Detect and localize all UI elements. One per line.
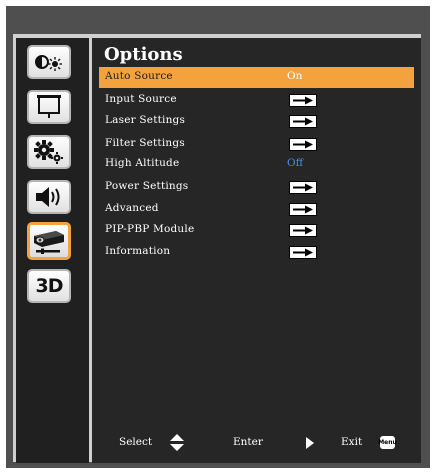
menu-item-auto-source[interactable]: Auto Source On bbox=[99, 67, 414, 88]
menu-item-filter-settings[interactable]: Filter Settings bbox=[99, 134, 414, 155]
options-panel: Options Auto Source On Input Source Lase… bbox=[92, 38, 421, 463]
speaker-volume-icon bbox=[36, 187, 60, 207]
menu-item-pip-pbp-module[interactable]: PIP-PBP Module bbox=[99, 220, 414, 241]
menu-item-label: Filter Settings bbox=[105, 137, 185, 149]
up-down-arrows-icon bbox=[170, 434, 184, 451]
menu-item-label: Laser Settings bbox=[105, 114, 186, 126]
submenu-arrow-icon bbox=[289, 246, 317, 259]
sidebar: 3D bbox=[16, 38, 89, 463]
menu-item-label: PIP-PBP Module bbox=[105, 223, 195, 235]
menu-item-input-source[interactable]: Input Source bbox=[99, 90, 414, 111]
submenu-arrow-icon bbox=[289, 94, 317, 107]
menu-item-label: Auto Source bbox=[105, 70, 173, 82]
menu-item-high-altitude[interactable]: High Altitude Off bbox=[99, 154, 414, 175]
submenu-arrow-icon bbox=[289, 224, 317, 237]
projector-options-icon bbox=[34, 231, 64, 254]
enter-hint-label: Enter bbox=[233, 436, 263, 448]
sidebar-item-setup[interactable] bbox=[27, 135, 71, 169]
menu-item-information[interactable]: Information bbox=[99, 242, 414, 263]
menu-item-power-settings[interactable]: Power Settings bbox=[99, 177, 414, 198]
sidebar-item-audio[interactable] bbox=[27, 180, 71, 214]
footer-hints: Select Enter Exit Menu bbox=[92, 433, 421, 453]
menu-item-label: Advanced bbox=[105, 202, 159, 214]
screen-icon bbox=[37, 95, 61, 118]
menu-item-value: On bbox=[287, 70, 303, 82]
sidebar-item-image[interactable] bbox=[27, 45, 71, 79]
menu-item-label: Input Source bbox=[105, 93, 177, 105]
sidebar-item-options[interactable] bbox=[27, 222, 71, 260]
select-hint-label: Select bbox=[119, 436, 153, 448]
menu-item-label: Information bbox=[105, 245, 171, 257]
menu-item-value: Off bbox=[287, 157, 304, 169]
exit-hint-label: Exit bbox=[341, 436, 363, 448]
submenu-arrow-icon bbox=[289, 138, 317, 151]
menu-item-label: Power Settings bbox=[105, 180, 189, 192]
page-title: Options bbox=[104, 44, 183, 65]
right-arrow-icon bbox=[306, 437, 314, 449]
sidebar-item-display[interactable] bbox=[27, 90, 71, 124]
submenu-arrow-icon bbox=[289, 115, 317, 128]
menu-item-laser-settings[interactable]: Laser Settings bbox=[99, 111, 414, 132]
menu-item-label: High Altitude bbox=[105, 157, 180, 169]
submenu-arrow-icon bbox=[289, 203, 317, 216]
3d-icon: 3D bbox=[35, 275, 64, 297]
gear-settings-icon bbox=[34, 140, 63, 164]
submenu-arrow-icon bbox=[289, 181, 317, 194]
menu-key-icon: Menu bbox=[378, 436, 397, 449]
brightness-contrast-icon bbox=[35, 55, 62, 71]
menu-item-advanced[interactable]: Advanced bbox=[99, 199, 414, 220]
sidebar-item-3d[interactable]: 3D bbox=[27, 269, 71, 303]
